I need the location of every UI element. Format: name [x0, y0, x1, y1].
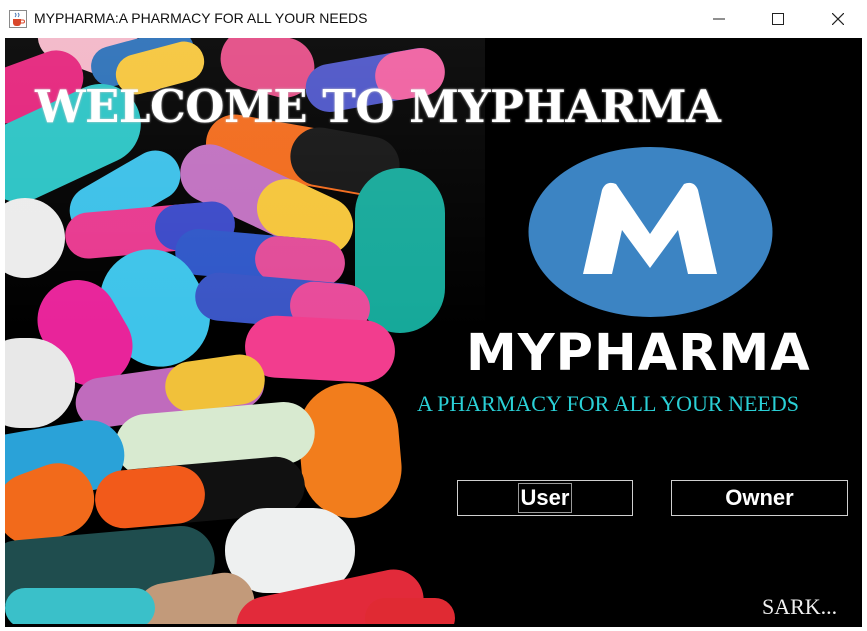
window-title: MYPHARMA:A PHARMACY FOR ALL YOUR NEEDS	[34, 10, 368, 26]
user-button-label: User	[517, 483, 573, 513]
brand-name: MYPHARMA	[466, 324, 811, 383]
window-bottom-border	[5, 624, 862, 627]
minimize-icon	[713, 18, 725, 20]
user-button[interactable]: User	[457, 480, 633, 516]
maximize-icon	[772, 13, 784, 25]
mypharma-logo	[528, 147, 773, 317]
minimize-button[interactable]	[696, 0, 742, 38]
owner-button[interactable]: Owner	[671, 480, 848, 516]
main-panel: WELCOME TO MYPHARMA MYPHARMA A PHARMACY …	[5, 38, 862, 624]
java-cup-icon	[9, 10, 27, 28]
footer-credit: SARK...	[762, 594, 838, 619]
close-button[interactable]	[815, 0, 861, 38]
owner-button-label: Owner	[725, 485, 794, 510]
close-icon	[832, 13, 844, 25]
maximize-button[interactable]	[755, 0, 801, 38]
title-bar[interactable]: MYPHARMA:A PHARMACY FOR ALL YOUR NEEDS	[0, 0, 867, 38]
welcome-heading: WELCOME TO MYPHARMA	[35, 80, 721, 133]
tagline: A PHARMACY FOR ALL YOUR NEEDS	[417, 391, 799, 416]
app-window: MYPHARMA:A PHARMACY FOR ALL YOUR NEEDS W…	[0, 0, 867, 631]
